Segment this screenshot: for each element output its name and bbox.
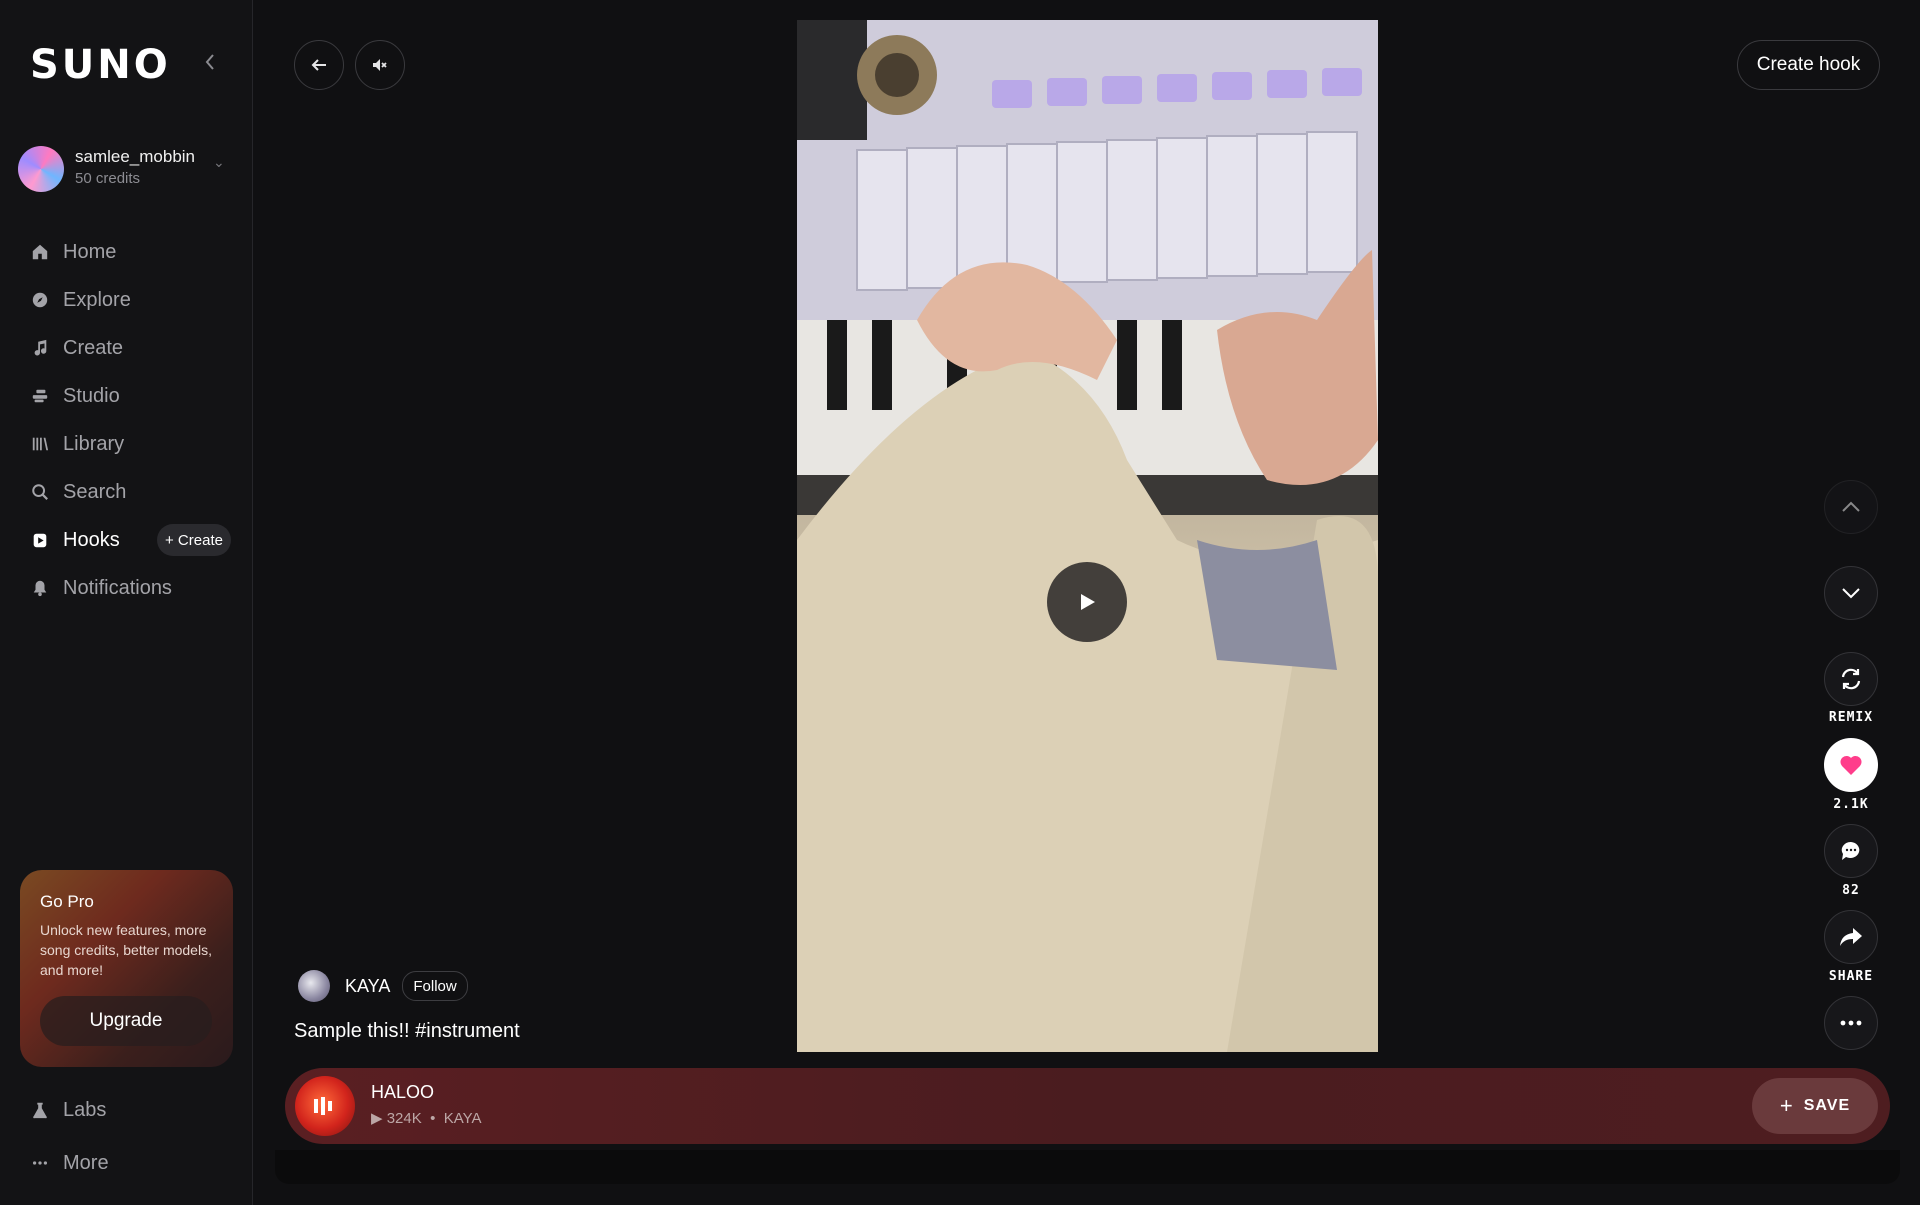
song-bar[interactable]: HALOO ▶ 324K • KAYA + SAVE bbox=[285, 1068, 1890, 1144]
sidebar-item-notifications[interactable]: Notifications bbox=[30, 564, 240, 612]
chevron-up-icon bbox=[1842, 501, 1860, 512]
sidebar-item-label: Notifications bbox=[63, 576, 172, 599]
sidebar-item-explore[interactable]: Explore bbox=[30, 276, 240, 324]
search-icon bbox=[30, 482, 50, 502]
like-count: 2.1K bbox=[1833, 797, 1869, 812]
follow-button[interactable]: Follow bbox=[402, 971, 468, 1001]
sidebar-item-library[interactable]: Library bbox=[30, 420, 240, 468]
sidebar-item-labs[interactable]: Labs bbox=[30, 1086, 106, 1134]
sidebar-item-label: Create bbox=[63, 336, 124, 359]
username: samlee_mobbin bbox=[75, 147, 196, 166]
sidebar: SUNO samlee_mobbin 50 credits ⌄ Home Exp… bbox=[0, 0, 253, 1205]
video-frame-illustration bbox=[797, 20, 1378, 1052]
avatar bbox=[18, 146, 64, 192]
sidebar-item-label: More bbox=[63, 1151, 109, 1174]
comment-icon bbox=[1841, 841, 1860, 860]
sidebar-item-studio[interactable]: Studio bbox=[30, 372, 240, 420]
compass-icon bbox=[30, 290, 50, 310]
comments-button[interactable] bbox=[1824, 824, 1878, 878]
remix-button[interactable] bbox=[1824, 652, 1878, 706]
user-account-menu[interactable]: samlee_mobbin 50 credits ⌄ bbox=[18, 144, 233, 194]
sidebar-item-hooks[interactable]: Hooks + Create bbox=[30, 516, 240, 564]
sidebar-item-create[interactable]: Create bbox=[30, 324, 240, 372]
more-dots-icon bbox=[1840, 1020, 1862, 1026]
meta-separator: • bbox=[430, 1110, 436, 1127]
like-button[interactable] bbox=[1824, 738, 1878, 792]
library-icon bbox=[30, 434, 50, 454]
song-title: HALOO bbox=[371, 1082, 435, 1102]
share-arrow-icon bbox=[1840, 928, 1862, 946]
home-icon bbox=[30, 242, 50, 262]
remix-icon bbox=[1841, 668, 1861, 690]
song-cover-icon bbox=[314, 1097, 332, 1115]
flask-icon bbox=[30, 1100, 50, 1120]
go-pro-description: Unlock new features, more song credits, … bbox=[40, 922, 212, 978]
sidebar-item-label: Explore bbox=[63, 288, 131, 311]
song-meta: ▶ 324K • KAYA bbox=[371, 1109, 482, 1127]
more-dots-icon bbox=[30, 1153, 50, 1173]
play-count: ▶ 324K bbox=[371, 1110, 422, 1127]
sidebar-item-label: Library bbox=[63, 432, 125, 455]
go-pro-title: Go Pro bbox=[40, 892, 94, 911]
chevron-down-icon: ⌄ bbox=[213, 154, 225, 170]
mute-button[interactable] bbox=[355, 40, 405, 90]
creator-name[interactable]: KAYA bbox=[345, 976, 390, 997]
save-button[interactable]: + SAVE bbox=[1752, 1078, 1878, 1134]
share-label: SHARE bbox=[1828, 969, 1874, 984]
bell-icon bbox=[30, 578, 50, 598]
save-label: SAVE bbox=[1803, 1097, 1851, 1114]
remix-label: REMIX bbox=[1828, 710, 1874, 725]
credits-count: 50 credits bbox=[75, 170, 141, 187]
sidebar-item-label: Search bbox=[63, 480, 127, 503]
music-note-icon bbox=[30, 338, 50, 358]
chevron-down-icon bbox=[1842, 588, 1860, 599]
share-button[interactable] bbox=[1824, 910, 1878, 964]
upgrade-button[interactable]: Upgrade bbox=[40, 996, 212, 1046]
hook-caption: Sample this!! #instrument bbox=[294, 1020, 520, 1042]
play-icon bbox=[1081, 594, 1095, 610]
sidebar-nav: Home Explore Create Studio Library Searc… bbox=[30, 228, 240, 612]
speaker-muted-icon bbox=[373, 59, 387, 71]
creator-info: KAYA Follow bbox=[298, 970, 468, 1002]
sidebar-item-more[interactable]: More bbox=[30, 1139, 109, 1187]
sidebar-item-label: Hooks bbox=[63, 528, 120, 551]
studio-icon bbox=[30, 386, 50, 406]
previous-hook-button[interactable] bbox=[1824, 480, 1878, 534]
back-button[interactable] bbox=[294, 40, 344, 90]
song-artist: KAYA bbox=[443, 1110, 482, 1127]
hook-video[interactable] bbox=[797, 20, 1378, 1052]
song-cover-art bbox=[295, 1076, 355, 1136]
hooks-icon bbox=[30, 530, 50, 550]
play-button[interactable] bbox=[1047, 562, 1127, 642]
next-hook-button[interactable] bbox=[1824, 566, 1878, 620]
create-hook-pill-button[interactable]: + Create bbox=[157, 524, 231, 556]
create-hook-button[interactable]: Create hook bbox=[1737, 40, 1880, 90]
more-options-button[interactable] bbox=[1824, 996, 1878, 1050]
heart-icon bbox=[1840, 755, 1862, 775]
chevron-left-icon bbox=[205, 54, 214, 70]
sidebar-item-label: Studio bbox=[63, 384, 120, 407]
comment-count: 82 bbox=[1842, 883, 1860, 898]
arrow-left-icon bbox=[311, 59, 326, 71]
sidebar-item-search[interactable]: Search bbox=[30, 468, 240, 516]
sidebar-item-home[interactable]: Home bbox=[30, 228, 240, 276]
suno-logo[interactable]: SUNO bbox=[30, 42, 171, 88]
collapse-sidebar-button[interactable] bbox=[198, 52, 222, 76]
panel-bottom-edge bbox=[275, 1150, 1900, 1184]
go-pro-card: Go Pro Unlock new features, more song cr… bbox=[20, 870, 233, 1067]
sidebar-item-label: Home bbox=[63, 240, 117, 263]
plus-icon: + bbox=[1779, 1093, 1794, 1118]
sidebar-item-label: Labs bbox=[63, 1098, 107, 1121]
creator-avatar[interactable] bbox=[298, 970, 330, 1002]
